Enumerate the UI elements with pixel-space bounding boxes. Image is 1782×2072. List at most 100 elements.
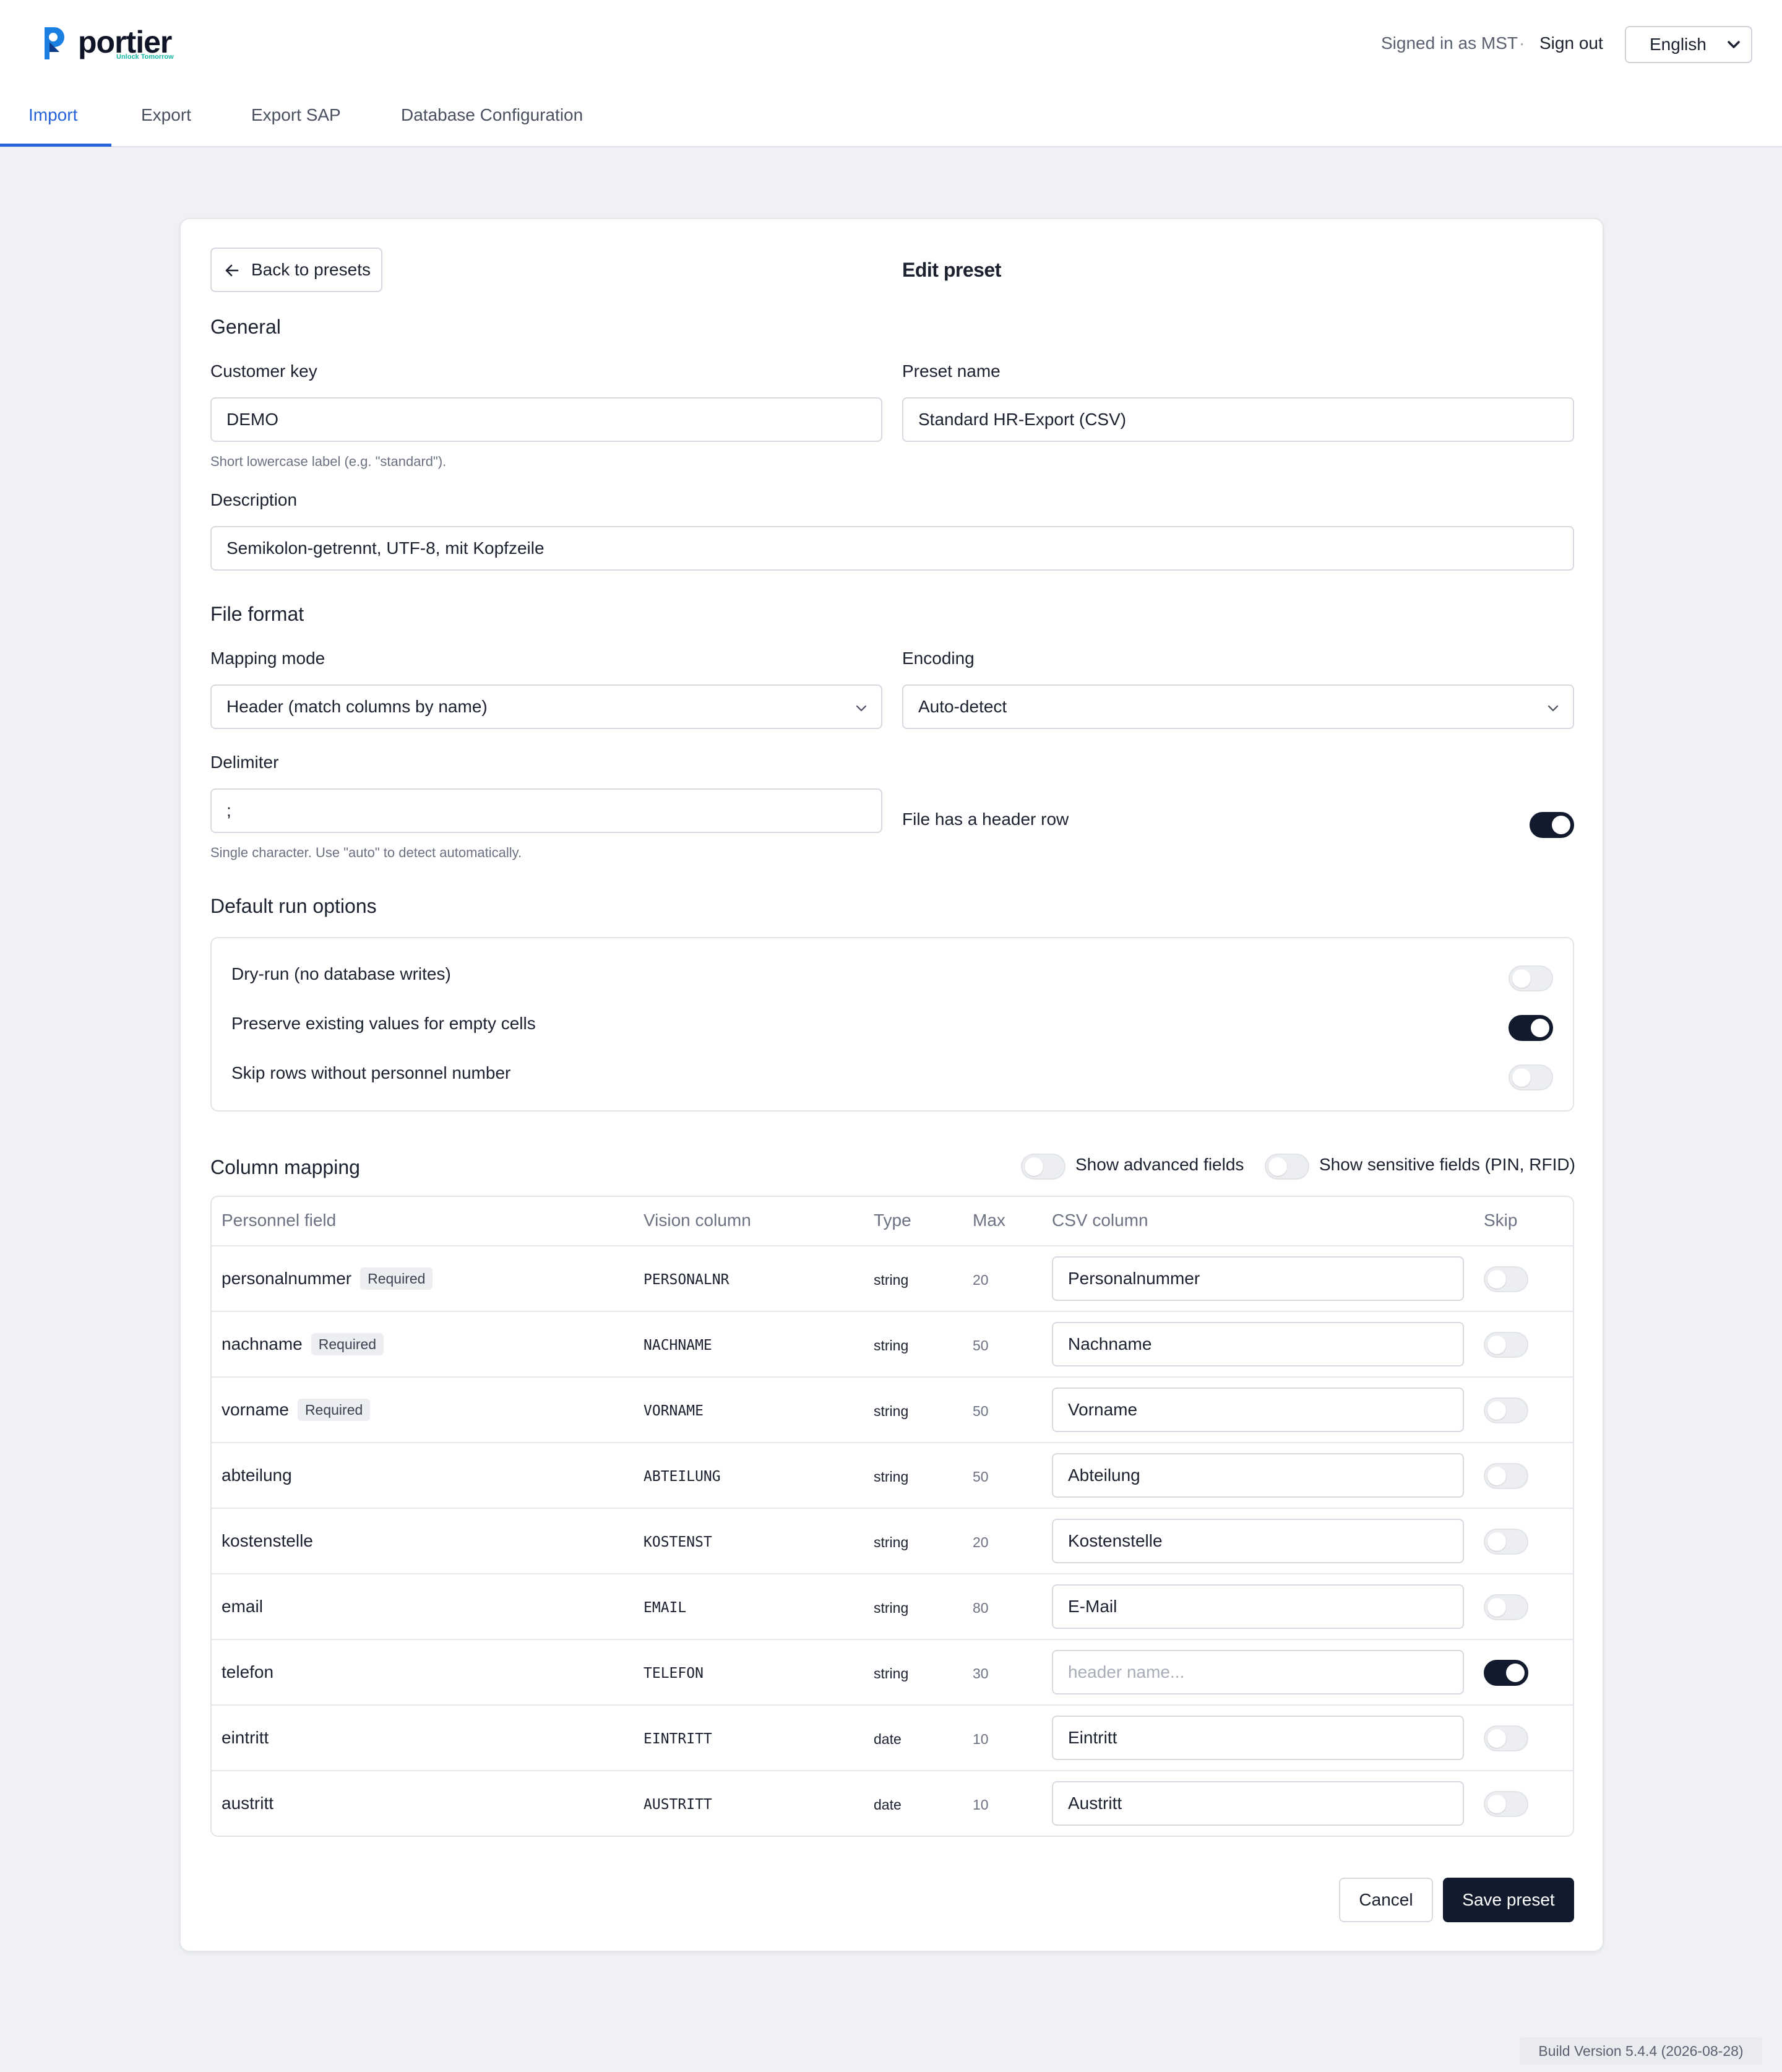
skip-rows-label: Skip rows without personnel number (231, 1063, 511, 1082)
skip-rows-toggle[interactable] (1509, 1064, 1553, 1090)
max-length-cell: 10 (973, 1731, 989, 1747)
personnel-field-name: austritt (222, 1794, 274, 1813)
sign-out-link[interactable]: Sign out (1539, 32, 1603, 54)
max-length-cell: 20 (973, 1272, 989, 1288)
preserve-values-label: Preserve existing values for empty cells (231, 1014, 536, 1033)
type-cell: string (874, 1272, 909, 1288)
max-length-cell: 20 (973, 1534, 989, 1550)
section-title-general: General (210, 316, 281, 338)
tab-export[interactable]: Export (141, 104, 191, 126)
personnel-field-cell: personalnummer Required (222, 1267, 433, 1290)
skip-toggle[interactable] (1484, 1529, 1528, 1555)
vision-column-cell: TELEFON (644, 1665, 704, 1681)
header-row-toggle[interactable] (1530, 812, 1574, 838)
csv-column-input[interactable]: Austritt (1052, 1781, 1464, 1826)
personnel-field-name: abteilung (222, 1466, 292, 1485)
table-row: email EMAIL string 80 E-Mail (212, 1573, 1573, 1639)
mapping-mode-select[interactable]: Header (match columns by name) (210, 684, 882, 729)
top-bar: portier Unlock Tomorrow Signed in as MST… (0, 0, 1782, 147)
show-advanced-label: Show advanced fields (1075, 1155, 1244, 1174)
skip-toggle[interactable] (1484, 1594, 1528, 1620)
run-options-box: Dry-run (no database writes) Preserve ex… (210, 937, 1574, 1112)
tab-export-sap[interactable]: Export SAP (251, 104, 341, 126)
encoding-value: Auto-detect (918, 697, 1007, 716)
type-cell: string (874, 1534, 909, 1550)
table-row: austritt AUSTRITT date 10 Austritt (212, 1770, 1573, 1836)
type-cell: string (874, 1337, 909, 1353)
show-sensitive-label: Show sensitive fields (PIN, RFID) (1319, 1155, 1575, 1174)
header-row-label: File has a header row (902, 809, 1069, 829)
skip-toggle[interactable] (1484, 1725, 1528, 1751)
show-sensitive-toggle[interactable] (1265, 1154, 1309, 1180)
column-header-csv-column: CSV column (1052, 1211, 1148, 1230)
csv-column-input[interactable]: Personalnummer (1052, 1256, 1464, 1301)
personnel-field-name: eintritt (222, 1728, 269, 1747)
personnel-field-cell: email (222, 1595, 263, 1618)
preserve-values-toggle[interactable] (1509, 1015, 1553, 1041)
customer-key-label: Customer key (210, 361, 317, 381)
tab-database-configuration[interactable]: Database Configuration (401, 104, 583, 126)
vision-column-cell: VORNAME (644, 1403, 704, 1419)
personnel-field-cell: telefon (222, 1661, 273, 1683)
column-header-type: Type (874, 1211, 911, 1230)
table-row: abteilung ABTEILUNG string 50 Abteilung (212, 1442, 1573, 1508)
max-length-cell: 50 (973, 1337, 989, 1353)
personnel-field-name: telefon (222, 1662, 274, 1681)
skip-toggle[interactable] (1484, 1463, 1528, 1489)
csv-column-input[interactable]: Nachname (1052, 1322, 1464, 1366)
save-preset-button[interactable]: Save preset (1443, 1878, 1574, 1922)
back-to-presets-button[interactable]: Back to presets (210, 248, 382, 292)
required-badge: Required (311, 1333, 384, 1355)
delimiter-input[interactable]: ; (210, 788, 882, 833)
csv-column-input[interactable]: header name... (1052, 1650, 1464, 1694)
delimiter-label: Delimiter (210, 753, 279, 772)
tab-import[interactable]: Import (28, 104, 77, 126)
max-length-cell: 10 (973, 1797, 989, 1813)
encoding-select[interactable]: Auto-detect (902, 684, 1574, 729)
personnel-field-name: vorname (222, 1400, 289, 1419)
skip-toggle[interactable] (1484, 1332, 1528, 1358)
table-row: personalnummer Required PERSONALNR string 20… (212, 1245, 1573, 1311)
chevron-down-icon (1547, 705, 1559, 712)
logo-mark-icon (45, 27, 64, 59)
portier-logo[interactable]: portier Unlock Tomorrow (38, 22, 193, 66)
customer-key-help: Short lowercase label (e.g. "standard"). (210, 454, 447, 469)
vision-column-cell: NACHNAME (644, 1337, 712, 1353)
type-cell: string (874, 1469, 909, 1485)
page-title: Edit preset (902, 259, 1001, 281)
skip-toggle[interactable] (1484, 1266, 1528, 1292)
csv-column-input[interactable]: Eintritt (1052, 1716, 1464, 1760)
preset-name-input[interactable]: Standard HR-Export (CSV) (902, 397, 1574, 442)
table-row: vorname Required VORNAME string 50 Vorname (212, 1376, 1573, 1442)
column-header-skip: Skip (1484, 1211, 1518, 1230)
csv-column-input[interactable]: Vorname (1052, 1388, 1464, 1432)
description-input[interactable]: Semikolon-getrennt, UTF-8, mit Kopfzeile (210, 526, 1574, 571)
show-advanced-toggle[interactable] (1021, 1154, 1065, 1180)
csv-column-input[interactable]: E-Mail (1052, 1584, 1464, 1629)
personnel-field-name: personalnummer (222, 1269, 352, 1288)
csv-column-input[interactable]: Kostenstelle (1052, 1519, 1464, 1563)
language-select[interactable]: English (1625, 26, 1752, 63)
cancel-button[interactable]: Cancel (1339, 1878, 1433, 1922)
arrow-left-icon (225, 264, 239, 277)
required-badge: Required (297, 1399, 371, 1421)
skip-toggle[interactable] (1484, 1791, 1528, 1817)
active-tab-indicator (0, 144, 111, 147)
vision-column-cell: AUSTRITT (644, 1797, 712, 1813)
customer-key-input[interactable]: DEMO (210, 397, 882, 442)
section-title-run-options: Default run options (210, 895, 377, 917)
column-header-vision-column: Vision column (644, 1211, 751, 1230)
type-cell: string (874, 1600, 909, 1616)
signed-in-text: Signed in as MST (1381, 33, 1518, 53)
personnel-field-cell: kostenstelle (222, 1530, 313, 1552)
mapping-mode-value: Header (match columns by name) (226, 697, 488, 716)
column-header-personnel-field: Personnel field (222, 1211, 337, 1230)
description-label: Description (210, 490, 298, 509)
csv-column-input[interactable]: Abteilung (1052, 1453, 1464, 1498)
skip-toggle[interactable] (1484, 1660, 1528, 1686)
language-value: English (1650, 35, 1707, 54)
max-length-cell: 80 (973, 1600, 989, 1616)
dry-run-toggle[interactable] (1509, 965, 1553, 991)
skip-toggle[interactable] (1484, 1397, 1528, 1423)
vision-column-cell: KOSTENST (644, 1534, 712, 1550)
